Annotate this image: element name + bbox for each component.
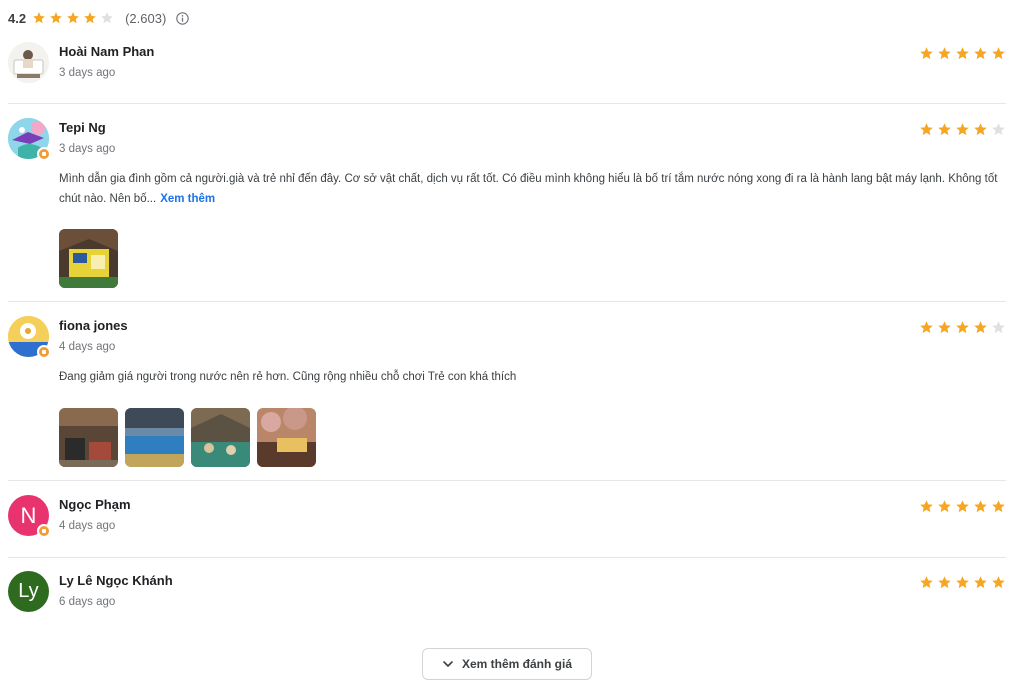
star-icon xyxy=(937,320,952,335)
review-date: 3 days ago xyxy=(59,67,116,79)
review-stars xyxy=(916,320,1006,335)
divider xyxy=(8,301,1006,302)
star-icon xyxy=(937,122,952,137)
review-item: Ly Ly Lê Ngọc Khánh 6 days ago xyxy=(8,571,1006,621)
review-text: Mình dẫn gia đình gồm cả người.già và tr… xyxy=(59,169,1004,209)
star-icon xyxy=(66,11,80,25)
star-icon xyxy=(973,46,988,61)
info-icon[interactable] xyxy=(176,11,190,25)
star-empty-icon xyxy=(100,11,114,25)
reviewer-name[interactable]: Hoài Nam Phan xyxy=(59,44,154,59)
review-photos xyxy=(59,408,323,467)
review-photo[interactable] xyxy=(191,408,250,467)
divider xyxy=(8,557,1006,558)
review-date: 3 days ago xyxy=(59,143,116,155)
star-icon xyxy=(973,499,988,514)
review-stars xyxy=(916,575,1006,590)
star-icon xyxy=(955,499,970,514)
divider xyxy=(8,103,1006,104)
star-icon xyxy=(991,575,1006,590)
review-photo[interactable] xyxy=(59,408,118,467)
summary-stars xyxy=(32,11,117,25)
average-rating: 4.2 xyxy=(8,10,27,26)
star-icon xyxy=(973,122,988,137)
review-item: Hoài Nam Phan 3 days ago xyxy=(8,42,1006,104)
reviewer-name[interactable]: fiona jones xyxy=(59,318,128,333)
star-icon xyxy=(919,499,934,514)
star-icon xyxy=(937,499,952,514)
star-empty-icon xyxy=(991,320,1006,335)
star-icon xyxy=(973,575,988,590)
reviewer-name[interactable]: Ngọc Phạm xyxy=(59,497,131,512)
star-icon xyxy=(955,320,970,335)
review-date: 4 days ago xyxy=(59,520,116,532)
divider xyxy=(8,480,1006,481)
star-icon xyxy=(49,11,63,25)
avatar[interactable]: N xyxy=(8,495,51,538)
star-icon xyxy=(973,320,988,335)
review-count: (2.603) xyxy=(125,10,167,26)
star-empty-icon xyxy=(991,122,1006,137)
star-icon xyxy=(955,46,970,61)
star-icon xyxy=(919,122,934,137)
avatar[interactable]: Ly xyxy=(8,571,49,612)
see-more-link[interactable]: Xem thêm xyxy=(160,193,215,205)
review-item: fiona jones 4 days ago Đang giảm giá ngư… xyxy=(8,316,1006,481)
reviewer-name[interactable]: Ly Lê Ngọc Khánh xyxy=(59,573,173,588)
review-item: N Ngọc Phạm 4 days ago xyxy=(8,495,1006,558)
load-more-label: Xem thêm đánh giá xyxy=(461,657,573,671)
avatar[interactable] xyxy=(8,118,51,161)
review-photo[interactable] xyxy=(59,229,118,288)
review-stars xyxy=(916,46,1006,61)
star-icon xyxy=(937,46,952,61)
review-photo[interactable] xyxy=(257,408,316,467)
review-stars xyxy=(916,122,1006,137)
star-icon xyxy=(991,46,1006,61)
star-icon xyxy=(919,320,934,335)
local-guide-badge-icon xyxy=(37,345,51,359)
star-icon xyxy=(83,11,97,25)
review-date: 4 days ago xyxy=(59,341,116,353)
review-text: Đang giảm giá người trong nước nên rẻ hơ… xyxy=(59,371,517,383)
avatar-letter: Ly xyxy=(8,571,49,612)
review-photos xyxy=(59,229,125,288)
avatar[interactable] xyxy=(8,316,51,359)
star-icon xyxy=(955,122,970,137)
avatar[interactable] xyxy=(8,42,49,83)
local-guide-badge-icon xyxy=(37,147,51,161)
star-icon xyxy=(32,11,46,25)
review-stars xyxy=(916,499,1006,514)
star-icon xyxy=(955,575,970,590)
local-guide-badge-icon xyxy=(37,524,51,538)
review-date: 6 days ago xyxy=(59,596,116,608)
reviewer-name[interactable]: Tepi Ng xyxy=(59,120,106,135)
star-icon xyxy=(937,575,952,590)
star-icon xyxy=(919,575,934,590)
star-icon xyxy=(991,499,1006,514)
load-more-reviews-button[interactable]: Xem thêm đánh giá xyxy=(422,648,592,680)
rating-summary: 4.2 (2.603) xyxy=(8,8,190,28)
chevron-down-icon xyxy=(442,658,454,670)
review-photo[interactable] xyxy=(125,408,184,467)
review-item: Tepi Ng 3 days ago Mình dẫn gia đình gồm… xyxy=(8,118,1006,302)
star-icon xyxy=(919,46,934,61)
